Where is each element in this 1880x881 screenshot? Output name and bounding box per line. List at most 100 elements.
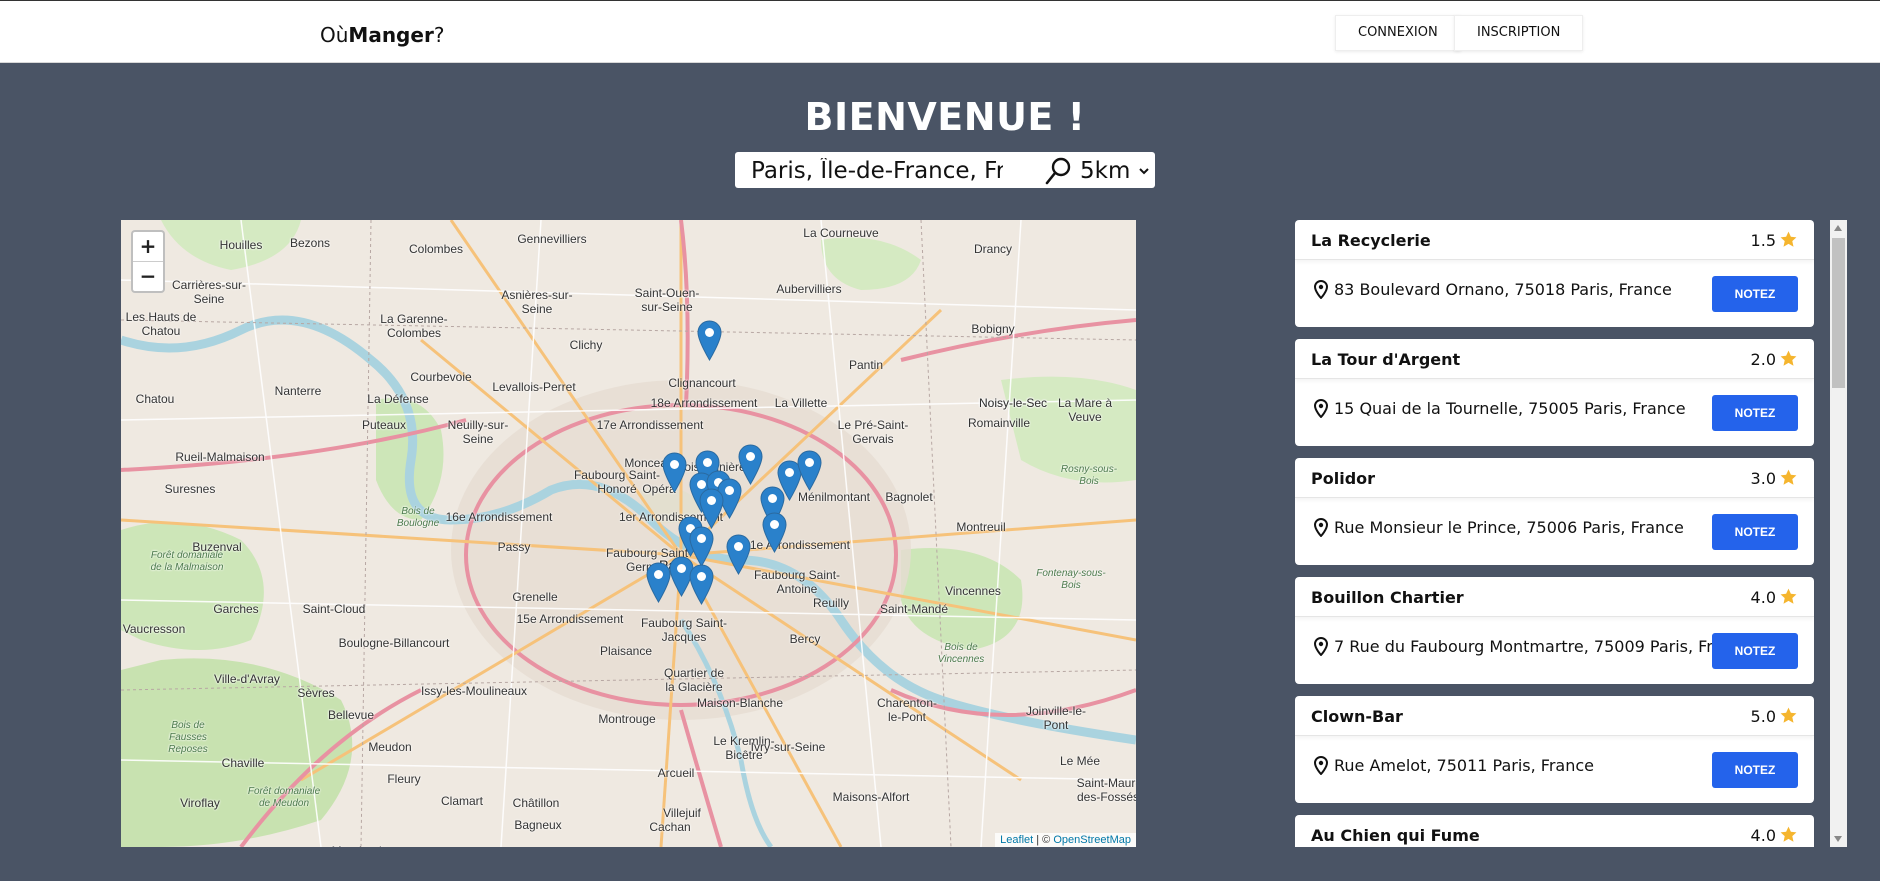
restaurant-rating: 5.0 [1750, 707, 1776, 726]
restaurant-address: 15 Quai de la Tournelle, 75005 Paris, Fr… [1334, 399, 1686, 418]
map-place-label: Gennevilliers [517, 232, 587, 246]
leaflet-link[interactable]: Leaflet [1000, 834, 1033, 846]
restaurant-map-marker[interactable] [697, 320, 722, 361]
map-place-label: Sèvres [297, 686, 335, 700]
map-place-label: Bezons [289, 236, 331, 250]
restaurant-name[interactable]: Clown-Bar [1311, 707, 1403, 726]
list-scrollbar[interactable] [1830, 220, 1847, 847]
restaurant-card[interactable]: Bouillon Chartier 4.0 7 Rue du Faubourg Mo… [1295, 577, 1814, 684]
rate-button[interactable]: NOTEZ [1712, 395, 1798, 431]
map-place-label: Ivry-sur-Seine [750, 740, 826, 754]
restaurant-card-header: Clown-Bar 5.0 [1295, 696, 1814, 736]
map-place-label: Aubervilliers [776, 282, 842, 296]
login-button[interactable]: CONNEXION [1335, 15, 1461, 51]
map-place-label: Joinville-le- Pont [1025, 704, 1087, 732]
map-place-label: Ville-d'Avray [214, 672, 280, 686]
map-place-label: Issy-les-Moulineaux [420, 684, 528, 698]
location-pin-icon [1314, 280, 1328, 299]
star-icon [1780, 588, 1797, 604]
map-place-label: Bois de Boulogne [396, 506, 440, 529]
signup-button[interactable]: INSCRIPTION [1454, 15, 1584, 51]
map-place-label: Faubourg Saint- Antoine [753, 568, 841, 596]
zoom-control: + − [131, 230, 165, 293]
zoom-in-button[interactable]: + [133, 232, 163, 261]
restaurant-name[interactable]: Bouillon Chartier [1311, 588, 1464, 607]
restaurant-card[interactable]: Clown-Bar 5.0 Rue Amelot, 75011 Paris, Fra… [1295, 696, 1814, 803]
map-place-label: Saint-Ouen- sur-Seine [634, 286, 700, 314]
site-logo[interactable]: OùManger? [320, 23, 444, 47]
map-place-label: Maisons-Alfort [832, 790, 910, 804]
location-pin-icon [1314, 637, 1328, 656]
map-place-label: Rosny-sous- Bois [1060, 464, 1118, 487]
map-place-label: Bobigny [971, 322, 1015, 336]
map-place-label: Clichy [569, 338, 603, 352]
map-place-label: Pantin [848, 358, 884, 372]
map-place-label: Boulogne-Billancourt [338, 636, 450, 650]
scrollbar-thumb[interactable] [1832, 238, 1845, 388]
rate-button[interactable]: NOTEZ [1712, 633, 1798, 669]
map-place-label: Arcueil [657, 766, 695, 780]
restaurant-card[interactable]: La Tour d'Argent 2.0 15 Quai de la Tournel… [1295, 339, 1814, 446]
map-place-label: Passy [497, 540, 531, 554]
map-place-label: Asnières-sur- Seine [501, 288, 573, 316]
map-place-label: Chatou [135, 392, 175, 406]
restaurant-card[interactable]: Au Chien qui Fume4.0NOTEZ [1295, 815, 1814, 847]
rate-button[interactable]: NOTEZ [1712, 514, 1798, 550]
osm-link[interactable]: OpenStreetMap [1053, 834, 1131, 846]
zoom-out-button[interactable]: − [133, 261, 163, 291]
restaurant-address: 83 Boulevard Ornano, 75018 Paris, France [1334, 280, 1672, 299]
location-pin-icon [1314, 399, 1328, 418]
restaurant-rating: 4.0 [1750, 588, 1776, 607]
map-attribution: Leaflet | © OpenStreetMap [995, 833, 1136, 847]
map-place-label: Meudon [368, 740, 412, 754]
map-place-label: Faubourg Saint- Jacques [640, 616, 728, 644]
map-place-label: 18e Arrondissement [650, 396, 758, 410]
restaurant-map-marker[interactable] [726, 534, 751, 575]
restaurant-map-marker[interactable] [646, 562, 671, 603]
map-place-label: Clignancourt [668, 376, 736, 390]
map-place-label: Fleury [387, 772, 421, 786]
restaurant-card[interactable]: Polidor 3.0 Rue Monsieur le Prince, 75006 … [1295, 458, 1814, 565]
map-place-label: Garches [213, 602, 259, 616]
restaurant-name[interactable]: Polidor [1311, 469, 1375, 488]
rate-button[interactable]: NOTEZ [1712, 752, 1798, 788]
location-search-input[interactable] [749, 155, 1005, 187]
restaurant-card-header: Polidor 3.0 [1295, 458, 1814, 498]
search-icon[interactable] [1043, 156, 1073, 186]
restaurant-name[interactable]: La Tour d'Argent [1311, 350, 1460, 369]
restaurant-map-marker[interactable] [662, 452, 687, 493]
restaurant-address: 7 Rue du Faubourg Montmartre, 75009 Pari… [1334, 637, 1752, 656]
star-icon [1780, 707, 1797, 723]
map-place-label: Plaisance [599, 644, 653, 658]
map-place-label: Suresnes [164, 482, 216, 496]
radius-select[interactable]: 5km [1076, 156, 1152, 186]
map-place-label: Ménilmontant [797, 490, 871, 504]
map-place-label: Puteaux [361, 418, 407, 432]
restaurant-map-marker[interactable] [689, 564, 714, 605]
map-place-label: Cachan [649, 820, 691, 834]
scroll-up-arrow[interactable] [1834, 225, 1842, 231]
scroll-down-arrow[interactable] [1834, 836, 1842, 842]
map-view[interactable]: Houilles Bezons Colombes Gennevilliers La Co… [121, 220, 1136, 847]
map-place-label: Vaucresson [122, 622, 186, 636]
map-place-label: La Mare à Veuve [1057, 396, 1113, 424]
map-place-label: Houilles [219, 238, 263, 252]
star-icon [1780, 350, 1797, 366]
restaurant-card[interactable]: La Recyclerie 1.5 83 Boulevard Ornano, 750… [1295, 220, 1814, 327]
map-place-label: Neuilly-sur- Seine [447, 418, 509, 446]
restaurant-name[interactable]: Au Chien qui Fume [1311, 826, 1480, 845]
map-place-label: Meudon-la- [332, 844, 393, 847]
map-place-label: Levallois-Perret [492, 380, 576, 394]
map-place-label: Grenelle [512, 590, 558, 604]
location-pin-icon [1314, 756, 1328, 775]
rate-button[interactable]: NOTEZ [1712, 276, 1798, 312]
restaurant-name[interactable]: La Recyclerie [1311, 231, 1431, 250]
map-place-label: Vincennes [945, 584, 1001, 598]
restaurant-list[interactable]: La Recyclerie 1.5 83 Boulevard Ornano, 750… [1295, 220, 1815, 847]
map-place-label: Carrières-sur- Seine [171, 278, 247, 306]
search-bar: 5km [735, 152, 1155, 188]
restaurant-map-marker[interactable] [762, 512, 787, 553]
restaurant-map-marker[interactable] [797, 450, 822, 491]
map-place-label: Les Hauts de Chatou [125, 310, 197, 338]
map-place-label: La Courneuve [803, 226, 879, 240]
